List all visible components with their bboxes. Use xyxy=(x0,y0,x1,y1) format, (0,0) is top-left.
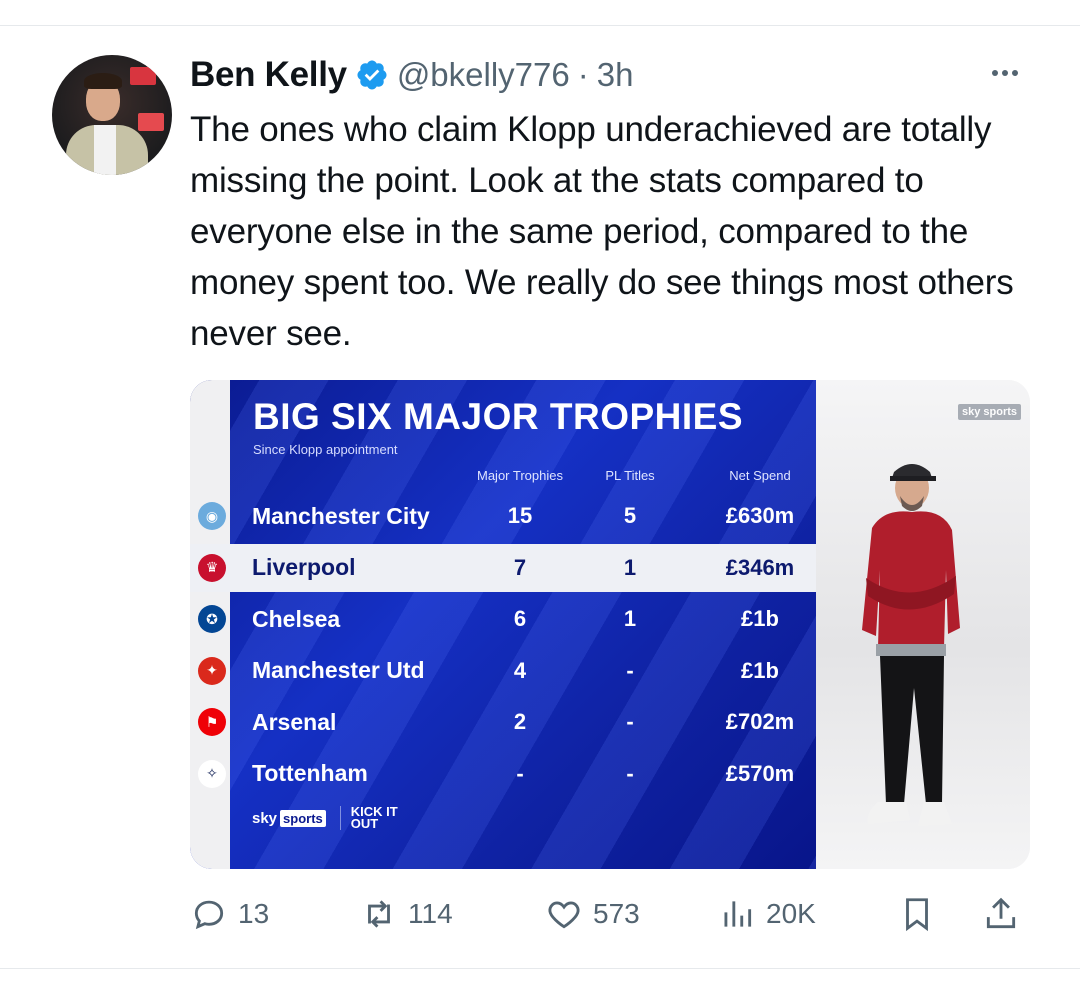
like-button[interactable]: 573 xyxy=(545,888,640,940)
team-name: Chelsea xyxy=(252,605,341,632)
team-name: Liverpool xyxy=(252,554,356,580)
major-cell: 15 xyxy=(507,503,533,528)
sports-word: sports xyxy=(280,809,326,827)
major-cell: - xyxy=(516,760,524,786)
bookmark-icon xyxy=(906,898,928,932)
major-cell: 4 xyxy=(513,657,527,683)
column-header-net-spend: Net Spend xyxy=(729,468,791,483)
major-cell: 7 xyxy=(513,554,527,580)
spend-cell: £346m xyxy=(725,554,795,580)
avatar[interactable] xyxy=(52,55,172,175)
bookmark-button[interactable] xyxy=(898,888,936,940)
pl-cell: 5 xyxy=(623,503,637,528)
graphic-subtitle: Since Klopp appointment xyxy=(253,442,398,457)
reply-button[interactable]: 13 xyxy=(190,888,269,940)
share-button[interactable] xyxy=(982,888,1020,940)
spend-cell: £1b xyxy=(741,606,779,631)
top-divider xyxy=(0,25,1080,26)
timestamp[interactable]: 3h xyxy=(597,56,634,94)
graphic-logos: sky sports KICK IT OUT xyxy=(252,805,400,830)
background-banner xyxy=(138,113,164,131)
pl-cell: 1 xyxy=(623,554,637,580)
major-cell: 2 xyxy=(513,709,527,734)
column-header-major-trophies: Major Trophies xyxy=(477,468,563,483)
views-button[interactable]: 20K xyxy=(718,888,816,940)
tottenham-crest-icon: ✧ xyxy=(198,759,226,788)
spend-cell: £570m xyxy=(725,760,795,786)
pl-cell: 1 xyxy=(623,606,637,631)
more-options-icon[interactable] xyxy=(985,58,1025,88)
sky-sports-watermark: sky sports xyxy=(958,404,1022,420)
team-name: Manchester City xyxy=(252,502,430,529)
column-header-pl-titles: PL Titles xyxy=(605,468,655,483)
man-city-crest-icon: ◉ xyxy=(198,502,226,530)
graphic-title: BIG SIX MAJOR TROPHIES xyxy=(253,396,744,437)
pl-cell: - xyxy=(626,657,634,683)
tweet-image[interactable]: BIG SIX MAJOR TROPHIES Since Klopp appoi… xyxy=(190,380,1030,869)
share-icon xyxy=(986,897,1016,929)
sky-sports-logo: sky sports xyxy=(252,809,326,827)
liverpool-crest-icon: ♛ xyxy=(198,553,226,582)
author-name[interactable]: Ben Kelly xyxy=(190,55,347,95)
manager-figure-icon xyxy=(862,464,960,826)
table-row: ◉ Manchester City 15 5 £630m xyxy=(190,492,816,540)
tweet-text: The ones who claim Klopp underachieved a… xyxy=(190,110,1014,353)
table-row: ✪ Chelsea 6 1 £1b xyxy=(190,595,816,643)
repost-icon xyxy=(368,900,390,928)
separator-dot: · xyxy=(577,56,589,93)
table-row: ♛ Liverpool 7 1 £346m xyxy=(190,543,816,592)
pl-cell: - xyxy=(626,709,634,734)
avatar-shirt xyxy=(94,125,116,175)
spend-cell: £630m xyxy=(725,503,795,528)
team-name: Manchester Utd xyxy=(252,657,425,683)
reply-icon xyxy=(194,900,224,930)
sky-word: sky xyxy=(252,809,278,827)
views-chart-icon xyxy=(724,901,752,927)
major-cell: 6 xyxy=(513,606,527,631)
spend-cell: £702m xyxy=(725,709,795,734)
tweet-actions: 13 114 573 20K xyxy=(190,888,1040,940)
team-name: Arsenal xyxy=(252,708,337,735)
table-row: ✦ Manchester Utd 4 - £1b xyxy=(190,647,816,695)
team-name: Tottenham xyxy=(252,760,368,786)
tweet-header: Ben Kelly @bkelly776 · 3h xyxy=(190,52,633,98)
reply-count: 13 xyxy=(238,898,270,929)
arsenal-crest-icon: ⚑ xyxy=(198,708,226,736)
table-row: ✧ Tottenham - - £570m xyxy=(190,750,816,798)
heart-icon xyxy=(548,901,580,929)
pl-cell: - xyxy=(626,760,634,786)
kick-it-out-logo: KICK IT OUT xyxy=(339,805,400,830)
chelsea-crest-icon: ✪ xyxy=(198,605,226,633)
verified-badge-icon xyxy=(357,60,387,90)
repost-button[interactable]: 114 xyxy=(360,888,453,940)
view-count: 20K xyxy=(766,898,816,929)
table-row: ⚑ Arsenal 2 - £702m xyxy=(190,698,816,746)
bottom-divider xyxy=(0,968,1080,969)
spend-cell: £1b xyxy=(741,657,779,683)
author-handle[interactable]: @bkelly776 xyxy=(397,56,570,94)
man-utd-crest-icon: ✦ xyxy=(198,656,226,685)
background-banner xyxy=(130,67,156,85)
repost-count: 114 xyxy=(408,898,453,929)
like-count: 573 xyxy=(593,898,640,929)
avatar-hair xyxy=(84,73,122,89)
